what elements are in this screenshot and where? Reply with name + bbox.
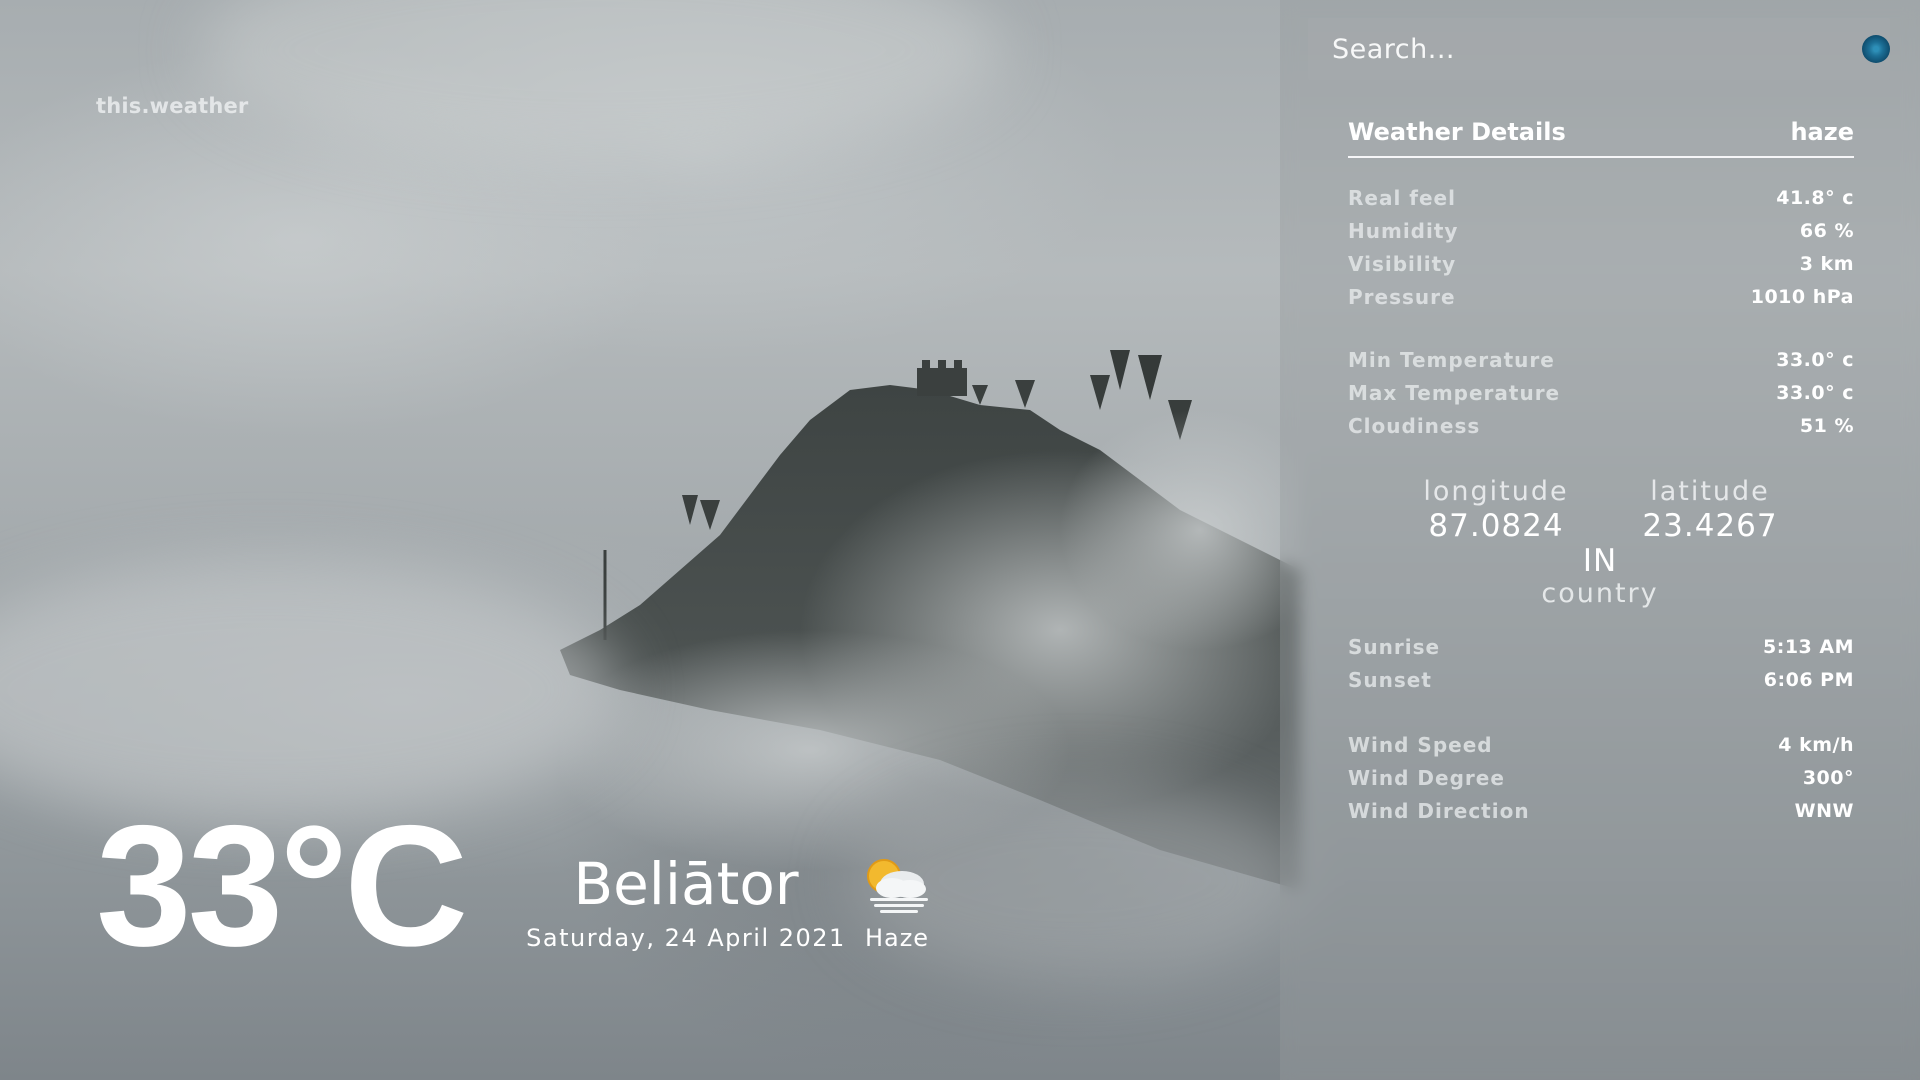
detail-value: 1010 hPa xyxy=(1750,286,1854,308)
latitude-label: latitude xyxy=(1650,476,1770,507)
details-title: Weather Details xyxy=(1348,118,1566,146)
brand-logo: this.weather xyxy=(96,94,249,118)
detail-row-visibility: Visibility 3 km xyxy=(1348,248,1854,281)
weather-app: this.weather 33°C Beliātor Saturday, 24 … xyxy=(0,0,1920,1080)
detail-label: Wind Direction xyxy=(1348,799,1530,823)
latitude-value: 23.4267 xyxy=(1642,508,1778,544)
fog-layer xyxy=(200,0,1000,160)
detail-label: Visibility xyxy=(1348,252,1457,276)
search-button[interactable] xyxy=(1862,35,1890,63)
detail-row-humidity: Humidity 66 % xyxy=(1348,215,1854,248)
current-temperature: 33°C xyxy=(96,790,468,982)
detail-row-cloudiness: Cloudiness 51 % xyxy=(1348,410,1854,443)
location-coordinates: longitude 87.0824 latitude 23.4267 IN co… xyxy=(1280,475,1920,615)
detail-value: 66 % xyxy=(1799,220,1854,242)
search-input[interactable] xyxy=(1308,18,1852,80)
details-group-temperature: Min Temperature 33.0° c Max Temperature … xyxy=(1348,344,1854,443)
detail-label: Min Temperature xyxy=(1348,348,1555,372)
detail-row-wind-speed: Wind Speed 4 km/h xyxy=(1348,729,1854,762)
details-group-sun: Sunrise 5:13 AM Sunset 6:06 PM xyxy=(1348,631,1854,697)
details-summary: haze xyxy=(1790,118,1854,146)
detail-row-wind-degree: Wind Degree 300° xyxy=(1348,762,1854,795)
detail-row-sunrise: Sunrise 5:13 AM xyxy=(1348,631,1854,664)
detail-label: Pressure xyxy=(1348,285,1456,309)
details-group-conditions: Real feel 41.8° c Humidity 66 % Visibili… xyxy=(1348,182,1854,314)
detail-value: 41.8° c xyxy=(1776,187,1854,209)
detail-value: 5:13 AM xyxy=(1763,636,1854,658)
longitude-value: 87.0824 xyxy=(1428,508,1564,544)
longitude-label: longitude xyxy=(1423,476,1569,507)
city-name: Beliātor xyxy=(573,850,799,918)
details-group-wind: Wind Speed 4 km/h Wind Degree 300° Wind … xyxy=(1348,729,1854,828)
longitude-block: longitude 87.0824 xyxy=(1386,475,1606,543)
search-icon xyxy=(1873,46,1879,52)
detail-label: Sunset xyxy=(1348,668,1432,692)
detail-row-max-temperature: Max Temperature 33.0° c xyxy=(1348,377,1854,410)
latitude-block: latitude 23.4267 xyxy=(1600,475,1820,543)
sun-behind-haze-icon xyxy=(867,859,928,913)
detail-value: 6:06 PM xyxy=(1763,669,1854,691)
condition-label: Haze xyxy=(864,924,930,952)
detail-row-sunset: Sunset 6:06 PM xyxy=(1348,664,1854,697)
details-header: Weather Details haze xyxy=(1348,112,1854,158)
fog-layer xyxy=(0,560,620,820)
search-bar xyxy=(1308,18,1890,80)
country-block: IN country xyxy=(1490,543,1710,609)
detail-label: Wind Speed xyxy=(1348,733,1493,757)
detail-label: Humidity xyxy=(1348,219,1459,243)
detail-label: Wind Degree xyxy=(1348,766,1505,790)
detail-value: 4 km/h xyxy=(1778,734,1854,756)
detail-value: 300° xyxy=(1802,767,1854,789)
detail-row-min-temperature: Min Temperature 33.0° c xyxy=(1348,344,1854,377)
detail-value: 51 % xyxy=(1799,415,1854,437)
current-date: Saturday, 24 April 2021 xyxy=(526,924,846,952)
detail-label: Cloudiness xyxy=(1348,414,1481,438)
country-label: country xyxy=(1541,578,1659,609)
detail-value: 33.0° c xyxy=(1776,382,1854,404)
detail-row-real-feel: Real feel 41.8° c xyxy=(1348,182,1854,215)
detail-label: Real feel xyxy=(1348,186,1456,210)
detail-row-pressure: Pressure 1010 hPa xyxy=(1348,281,1854,314)
detail-row-wind-direction: Wind Direction WNW xyxy=(1348,795,1854,828)
detail-label: Max Temperature xyxy=(1348,381,1561,405)
detail-value: 33.0° c xyxy=(1776,349,1854,371)
detail-label: Sunrise xyxy=(1348,635,1441,659)
detail-value: 3 km xyxy=(1799,253,1854,275)
detail-value: WNW xyxy=(1794,800,1854,822)
country-code: IN xyxy=(1582,543,1618,579)
